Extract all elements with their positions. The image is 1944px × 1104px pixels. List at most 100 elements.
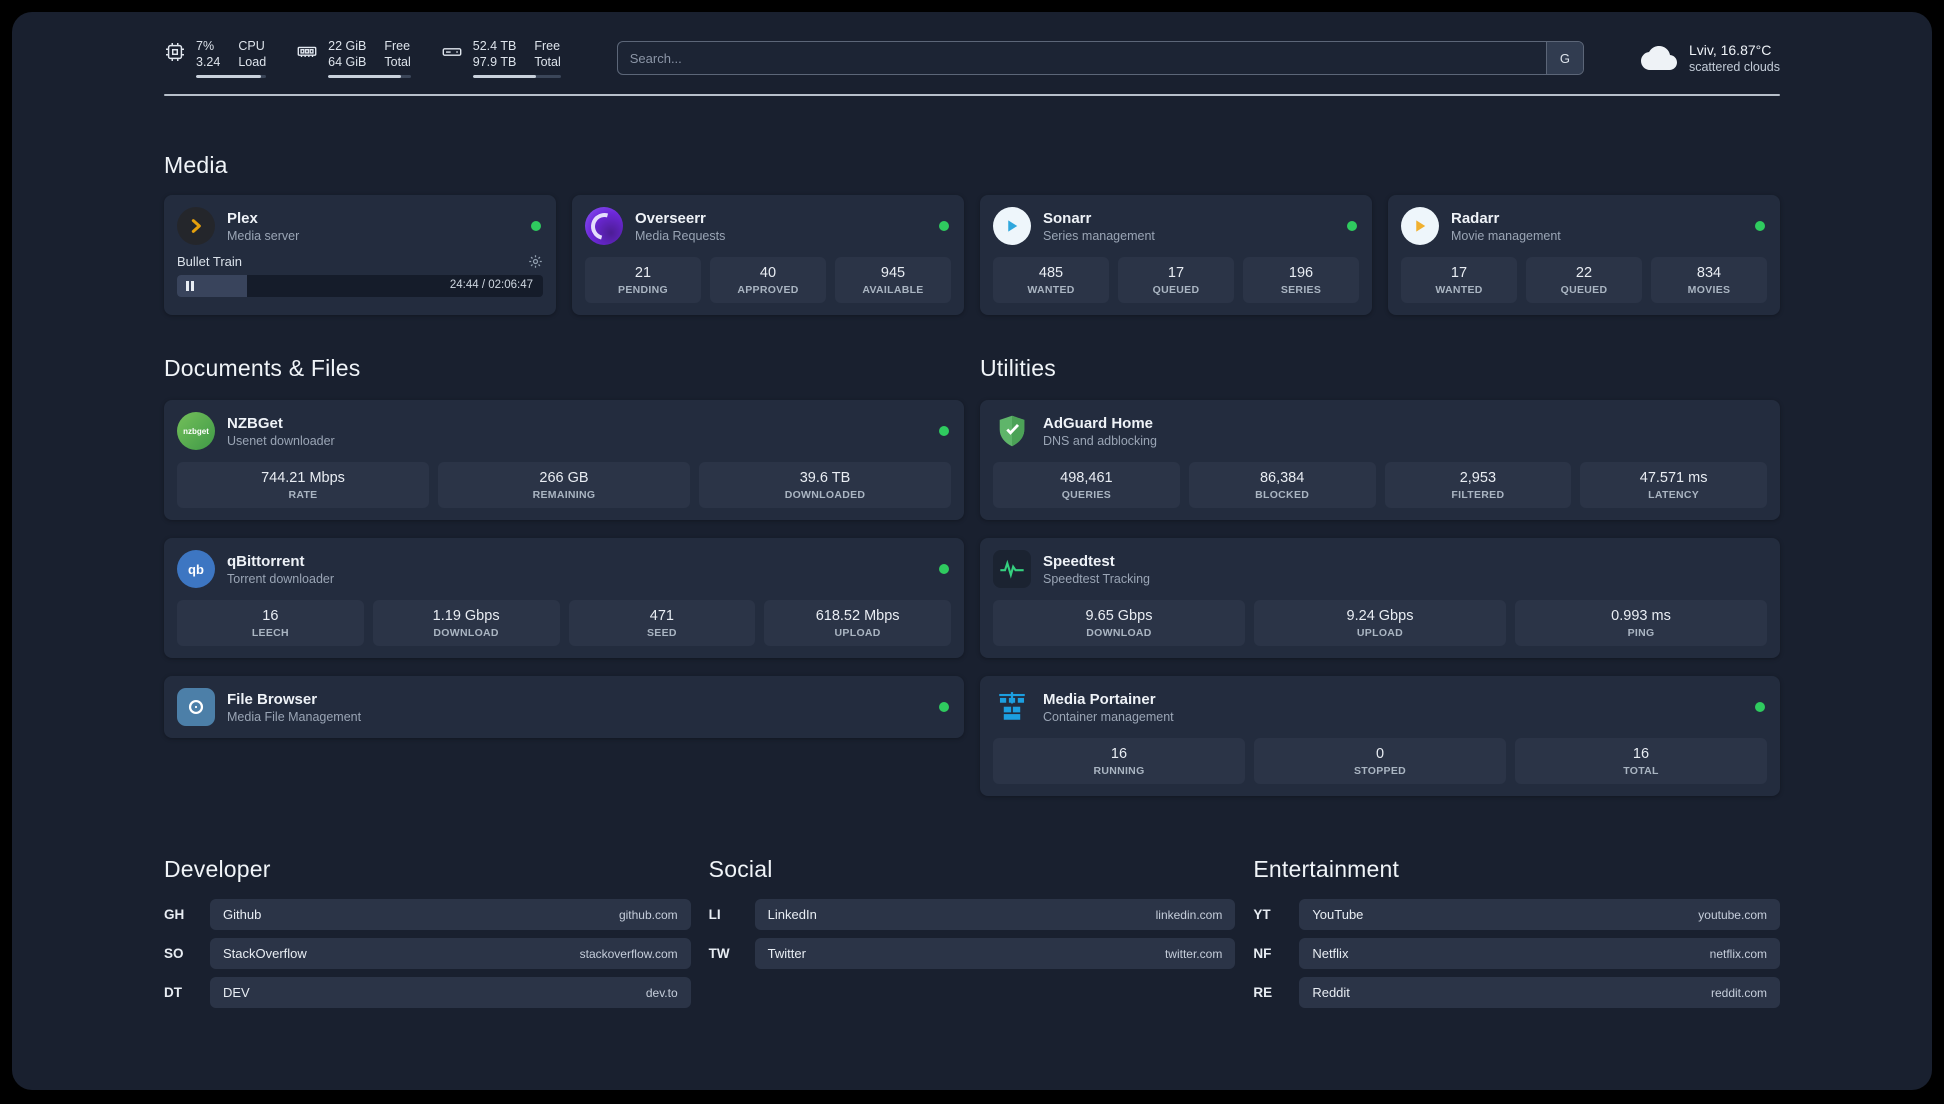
- filebrowser-icon: [177, 688, 215, 726]
- bookmark-group-entertainment: Entertainment YT YouTube youtube.com NF …: [1253, 856, 1780, 1016]
- stat-box: 17 WANTED: [1401, 257, 1517, 303]
- stat-value: 0: [1375, 746, 1385, 762]
- stat-value: 196: [1288, 265, 1314, 281]
- card-portainer[interactable]: Media Portainer Container management 16 …: [980, 676, 1780, 796]
- service-subtitle: DNS and adblocking: [1043, 433, 1157, 448]
- status-indicator: [1755, 221, 1765, 231]
- card-filebrowser[interactable]: File Browser Media File Management: [164, 676, 964, 738]
- service-name: Sonarr: [1043, 209, 1092, 227]
- dashboard-panel: 7% CPU 3.24 Load 22 GiB Free 64 GiB Tota…: [12, 12, 1932, 1090]
- bookmark-abbr: TW: [708, 946, 730, 961]
- bookmark-url: twitter.com: [1164, 946, 1223, 961]
- stat-box: 945 AVAILABLE: [835, 257, 951, 303]
- pause-icon[interactable]: [186, 281, 189, 291]
- service-subtitle: Container management: [1043, 709, 1174, 724]
- stat-box: 266 GB REMAINING: [438, 462, 690, 508]
- status-indicator: [939, 564, 949, 574]
- stat-box: 196 SERIES: [1243, 257, 1359, 303]
- card-sonarr[interactable]: Sonarr Series management 485 WANTED 17 Q…: [980, 195, 1372, 315]
- stat-value: 618.52 Mbps: [815, 608, 900, 624]
- disk-free-value: 52.4 TB: [472, 39, 517, 53]
- cpu-progress-bar: [196, 75, 267, 78]
- sonarr-icon: [993, 207, 1031, 245]
- stat-value: 485: [1038, 265, 1064, 281]
- bookmark-youtube[interactable]: YT YouTube youtube.com: [1253, 899, 1780, 930]
- stat-value: 744.21 Mbps: [261, 470, 345, 486]
- bookmark-twitter[interactable]: TW Twitter twitter.com: [709, 938, 1236, 969]
- bookmark-netflix[interactable]: NF Netflix netflix.com: [1253, 938, 1780, 969]
- stat-box: 17 QUEUED: [1118, 257, 1234, 303]
- cloud-icon: [1640, 46, 1677, 70]
- stat-label: QUEUED: [1560, 284, 1608, 296]
- service-subtitle: Usenet downloader: [227, 433, 335, 448]
- disk-total-value: 97.9 TB: [472, 55, 517, 69]
- bookmark-abbr: RE: [1253, 985, 1273, 1000]
- service-subtitle: Torrent downloader: [227, 571, 335, 586]
- bookmark-url: stackoverflow.com: [579, 946, 678, 961]
- stat-box: 744.21 Mbps RATE: [177, 462, 429, 508]
- stat-value: 17: [1167, 265, 1185, 281]
- nzbget-icon: nzbget: [177, 412, 215, 450]
- bookmark-group-social: Social LI LinkedIn linkedin.com TW Twitt…: [709, 856, 1236, 1016]
- adguard-icon: [993, 412, 1031, 450]
- card-qbittorrent[interactable]: qb qBittorrent Torrent downloader 16 LEE…: [164, 538, 964, 658]
- qbittorrent-icon-text: qb: [188, 561, 204, 577]
- bookmark-name: LinkedIn: [767, 907, 817, 922]
- section-title-entertainment: Entertainment: [1253, 856, 1400, 882]
- bookmark-url: youtube.com: [1698, 907, 1767, 922]
- bookmark-abbr: YT: [1253, 907, 1271, 922]
- disk-label-bottom: Total: [534, 55, 561, 69]
- bookmark-abbr: NF: [1253, 946, 1272, 961]
- qbittorrent-icon: qb: [177, 550, 215, 588]
- stat-label: APPROVED: [737, 284, 799, 296]
- cpu-label-top: CPU: [238, 39, 265, 53]
- stat-value: 17: [1450, 265, 1468, 281]
- card-nzbget[interactable]: nzbget NZBGet Usenet downloader 744.21 M…: [164, 400, 964, 520]
- bookmark-url: dev.to: [645, 985, 678, 1000]
- nzbget-icon-text: nzbget: [183, 426, 209, 436]
- bookmark-name: StackOverflow: [223, 946, 307, 961]
- card-plex[interactable]: Plex Media server Bullet Train 24:44 / 0…: [164, 195, 556, 315]
- card-radarr[interactable]: Radarr Movie management 17 WANTED 22 QUE…: [1388, 195, 1780, 315]
- bookmark-linkedin[interactable]: LI LinkedIn linkedin.com: [709, 899, 1236, 930]
- stat-value: 9.65 Gbps: [1085, 608, 1153, 624]
- bookmark-dev[interactable]: DT DEV dev.to: [164, 977, 691, 1008]
- stat-label: TOTAL: [1623, 765, 1659, 777]
- service-name: Speedtest: [1043, 552, 1115, 570]
- service-subtitle: Media server: [227, 228, 300, 243]
- stat-value: 834: [1696, 265, 1722, 281]
- service-name: Plex: [227, 209, 258, 227]
- stat-value: 498,461: [1060, 470, 1113, 486]
- search-input[interactable]: [617, 50, 1546, 66]
- stat-box: 16 TOTAL: [1515, 738, 1767, 784]
- stat-label: SERIES: [1280, 284, 1322, 296]
- card-adguard[interactable]: AdGuard Home DNS and adblocking 498,461 …: [980, 400, 1780, 520]
- search-bar[interactable]: G: [616, 41, 1584, 75]
- bookmark-stackoverflow[interactable]: SO StackOverflow stackoverflow.com: [164, 938, 691, 969]
- section-title-developer: Developer: [164, 856, 271, 882]
- bookmark-group-developer: Developer GH Github github.com SO StackO…: [164, 856, 691, 1016]
- status-indicator: [1755, 702, 1765, 712]
- weather-condition: scattered clouds: [1688, 60, 1780, 74]
- card-speedtest[interactable]: Speedtest Speedtest Tracking 9.65 Gbps D…: [980, 538, 1780, 658]
- now-playing-title: Bullet Train: [177, 254, 243, 269]
- search-shortcut-key[interactable]: G: [1545, 42, 1583, 74]
- gear-icon[interactable]: [528, 254, 543, 269]
- bookmark-github[interactable]: GH Github github.com: [164, 899, 691, 930]
- stat-box: 39.6 TB DOWNLOADED: [699, 462, 951, 508]
- stat-label: DOWNLOAD: [1086, 627, 1152, 639]
- stat-label: UPLOAD: [834, 627, 881, 639]
- bookmark-reddit[interactable]: RE Reddit reddit.com: [1253, 977, 1780, 1008]
- stat-label: DOWNLOAD: [433, 627, 499, 639]
- stat-box: 834 MOVIES: [1651, 257, 1767, 303]
- stat-label: RATE: [288, 489, 318, 501]
- stat-box: 16 LEECH: [177, 600, 364, 646]
- stat-value: 945: [880, 265, 906, 281]
- service-name: NZBGet: [227, 414, 283, 432]
- stat-value: 2,953: [1459, 470, 1497, 486]
- playback-progress[interactable]: 24:44 / 02:06:47: [177, 275, 543, 297]
- stat-box: 21 PENDING: [585, 257, 701, 303]
- section-title-utilities: Utilities: [980, 355, 1056, 381]
- card-overseerr[interactable]: Overseerr Media Requests 21 PENDING 40 A…: [572, 195, 964, 315]
- disk-progress-bar: [472, 75, 561, 78]
